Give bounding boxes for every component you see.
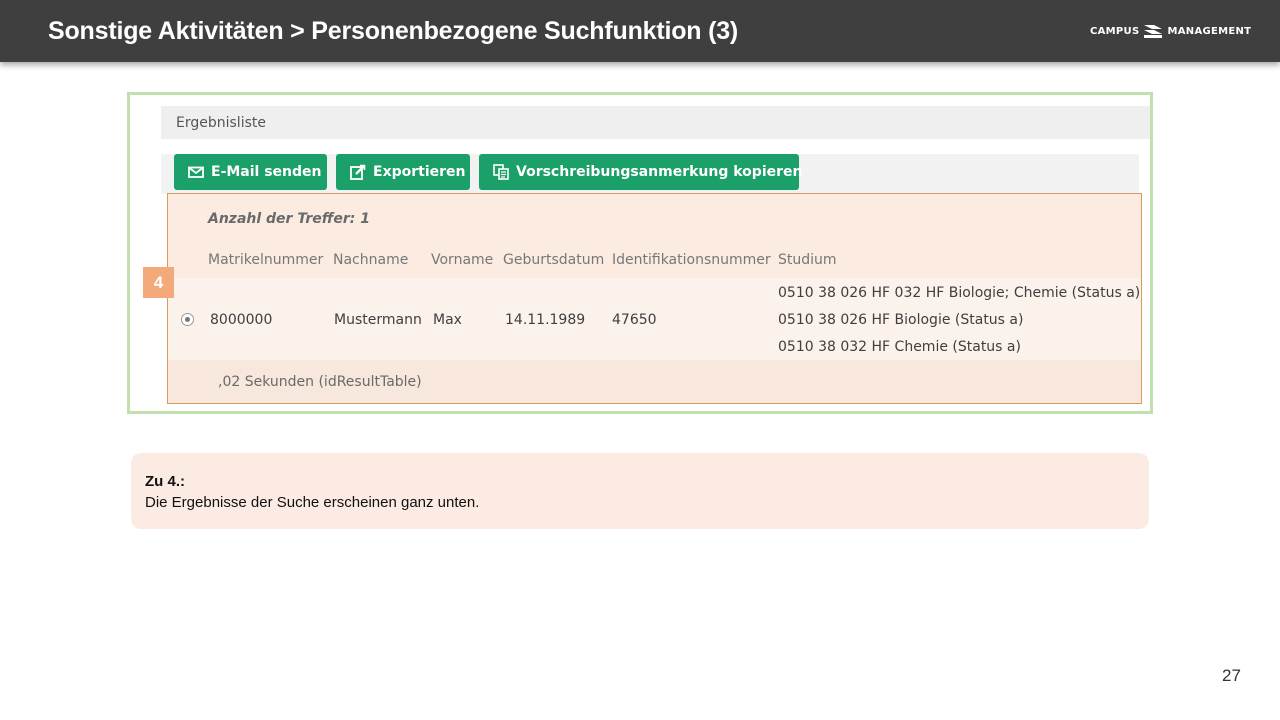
timing-info: ,02 Sekunden (idResultTable)	[218, 374, 422, 390]
column-header-studium[interactable]: Studium	[778, 252, 837, 268]
logo-text-left: CAMPUS	[1090, 25, 1140, 37]
explanation-box: Zu 4.: Die Ergebnisse der Suche erschein…	[131, 453, 1149, 529]
column-header-geburtsdatum[interactable]: Geburtsdatum	[503, 252, 604, 268]
envelope-icon	[188, 164, 204, 180]
cell-studium-line-3: 0510 38 032 HF Chemie (Status a)	[778, 339, 1021, 355]
results-highlight: Anzahl der Treffer: 1 Matrikelnummer Nac…	[167, 193, 1142, 404]
row-select-radio[interactable]	[181, 313, 194, 326]
page-number: 27	[1222, 666, 1241, 685]
header-bar: Sonstige Aktivitäten > Personenbezogene …	[0, 0, 1280, 62]
export-icon	[350, 164, 366, 180]
cell-studium-line-1: 0510 38 026 HF 032 HF Biologie; Chemie (…	[778, 285, 1141, 301]
send-email-label: E-Mail senden	[211, 164, 322, 180]
result-list-header: Ergebnisliste	[161, 106, 1150, 139]
cell-nachname: Mustermann	[334, 312, 422, 328]
explanation-text: Die Ergebnisse der Suche erscheinen ganz…	[145, 494, 480, 511]
copy-icon	[493, 164, 509, 180]
result-toolbar: E-Mail senden Exportieren Vorschreibungs…	[161, 154, 1139, 194]
page-title: Sonstige Aktivitäten > Personenbezogene …	[48, 17, 739, 45]
cell-vorname: Max	[433, 312, 462, 328]
copy-annotation-label: Vorschreibungsanmerkung kopieren	[516, 164, 803, 180]
cell-matrikelnummer: 8000000	[210, 312, 273, 328]
export-label: Exportieren	[373, 164, 466, 180]
cell-geburtsdatum: 14.11.1989	[505, 312, 586, 328]
step-marker: 4	[143, 267, 174, 298]
logo-text-right: MANAGEMENT	[1167, 25, 1252, 37]
column-header-nachname[interactable]: Nachname	[333, 252, 408, 268]
screenshot-frame: Ergebnisliste E-Mail senden Exportieren	[127, 92, 1153, 414]
copy-annotation-button[interactable]: Vorschreibungsanmerkung kopieren	[479, 154, 803, 190]
column-header-matrikelnummer[interactable]: Matrikelnummer	[208, 252, 323, 268]
campus-management-logo: CAMPUS MANAGEMENT	[1090, 20, 1251, 42]
column-header-identifikationsnummer[interactable]: Identifikationsnummer	[612, 252, 771, 268]
hit-count: Anzahl der Treffer: 1	[208, 211, 371, 227]
explanation-title: Zu 4.:	[145, 473, 185, 490]
logo-icon	[1144, 25, 1163, 38]
cell-studium-line-2: 0510 38 026 HF Biologie (Status a)	[778, 312, 1024, 328]
column-header-vorname[interactable]: Vorname	[431, 252, 493, 268]
send-email-button[interactable]: E-Mail senden	[174, 154, 327, 190]
cell-identifikationsnummer: 47650	[612, 312, 657, 328]
export-button[interactable]: Exportieren	[336, 154, 470, 190]
result-list-title: Ergebnisliste	[176, 115, 266, 131]
